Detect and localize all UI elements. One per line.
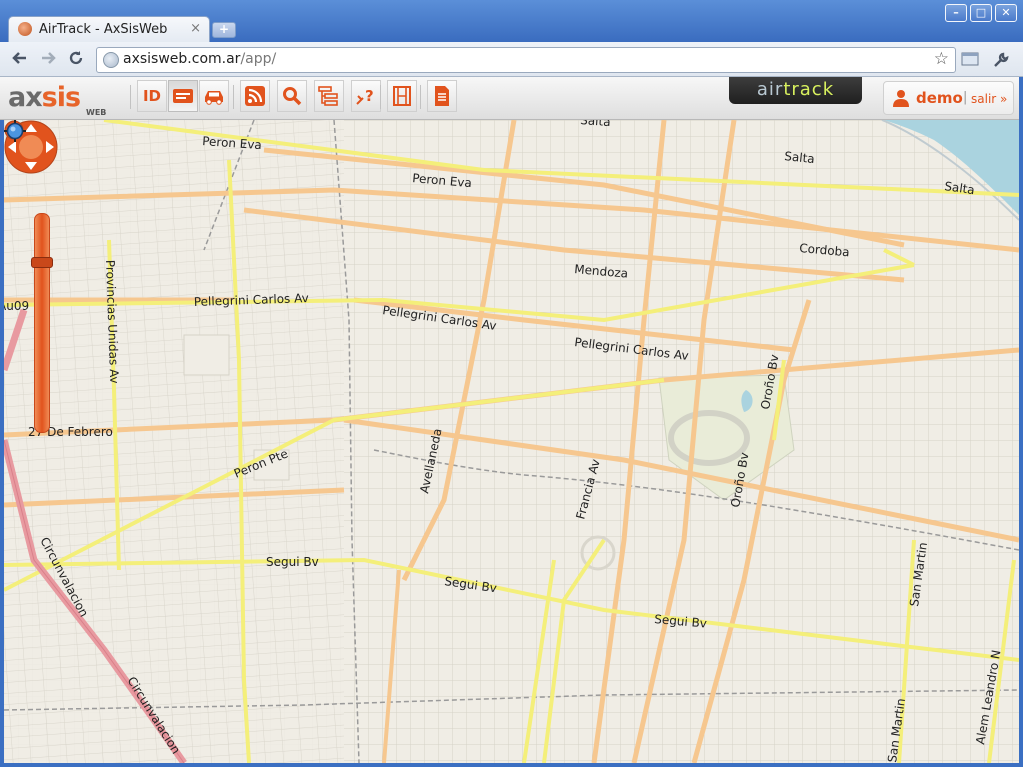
favicon-icon: [18, 22, 32, 36]
browser-window: AirTrack - AxSisWeb × + – □ ✕ axsisweb.c…: [0, 0, 1023, 767]
id-icon: ID: [142, 87, 162, 105]
street-label: Segui Bv: [266, 555, 319, 569]
browser-toolbar: axsisweb.com.ar/app/ ☆: [0, 42, 1023, 77]
tab-strip: AirTrack - AxSisWeb × + – □ ✕: [0, 0, 1023, 43]
address-bar[interactable]: axsisweb.com.ar/app/ ☆: [96, 47, 956, 73]
forward-button[interactable]: [38, 49, 58, 69]
toolbar-group-2: [240, 80, 271, 112]
toolbar-group-1: ID: [137, 80, 230, 112]
film-icon: [393, 86, 411, 106]
toolbar-group-3: ?: [277, 80, 382, 112]
window-controls: – □ ✕: [945, 4, 1017, 22]
map-tiles: Salta Salta Salta Peron Eva Peron Eva Co…: [4, 120, 1019, 763]
logo-text: ax: [8, 82, 43, 113]
card-button[interactable]: [168, 80, 198, 112]
url-path: /app/: [240, 51, 277, 67]
id-button[interactable]: ID: [137, 80, 167, 112]
url-text: axsisweb.com.ar/app/: [123, 51, 276, 67]
tree-icon: [318, 86, 338, 106]
toolbar-group-4: [387, 80, 418, 112]
new-tab-button[interactable]: +: [212, 22, 236, 38]
user-icon: [893, 90, 909, 107]
logo-text-accent: sis: [41, 82, 81, 113]
vehicle-marker[interactable]: [4, 120, 26, 142]
minimize-button[interactable]: –: [945, 4, 967, 22]
user-separator: |: [963, 90, 968, 105]
reload-button[interactable]: [66, 49, 86, 69]
help-icon: ?: [356, 87, 374, 105]
divider: [380, 85, 381, 109]
divider: [233, 85, 234, 109]
card-icon: [173, 89, 193, 103]
zoom-slider[interactable]: [34, 213, 50, 433]
document-icon: [435, 86, 449, 106]
logo-subtitle: WEB: [86, 108, 107, 117]
wrench-icon[interactable]: [992, 51, 1010, 73]
app-header: axsis WEB ID ? airtrack demo | salir »: [0, 77, 1019, 120]
url-host: axsisweb.com.ar: [123, 51, 241, 67]
rss-button[interactable]: [240, 80, 270, 112]
rss-icon: [245, 86, 265, 106]
user-menu: demo | salir »: [883, 81, 1014, 115]
zoom-handle[interactable]: [31, 257, 53, 268]
search-icon: [283, 87, 302, 106]
car-icon: [205, 91, 223, 105]
tree-button[interactable]: [314, 80, 344, 112]
toolbar-group-5: [427, 80, 458, 112]
logout-link[interactable]: salir »: [971, 92, 1007, 106]
page-menu-icon[interactable]: [961, 51, 979, 71]
axsis-logo: axsis WEB: [8, 82, 106, 117]
svg-text:?: ?: [365, 87, 374, 105]
tab-close-button[interactable]: ×: [190, 21, 201, 36]
back-button[interactable]: [10, 49, 30, 69]
browser-tab[interactable]: AirTrack - AxSisWeb ×: [8, 16, 210, 43]
reload-icon: [69, 51, 83, 65]
divider: [130, 85, 131, 109]
search-button[interactable]: [277, 80, 307, 112]
close-window-button[interactable]: ✕: [995, 4, 1017, 22]
tab-title: AirTrack - AxSisWeb: [39, 22, 168, 37]
airtrack-brand: airtrack: [729, 77, 862, 104]
username[interactable]: demo: [916, 89, 963, 107]
maximize-button[interactable]: □: [970, 4, 992, 22]
window-frame: [0, 763, 1023, 767]
vehicle-button[interactable]: [199, 80, 229, 112]
divider: [420, 85, 421, 109]
bookmark-star-icon[interactable]: ☆: [934, 49, 949, 69]
back-arrow-icon: [12, 52, 26, 64]
brand-track: track: [783, 79, 835, 100]
brand-air: air: [756, 79, 784, 100]
map-canvas[interactable]: Salta Salta Salta Peron Eva Peron Eva Co…: [4, 120, 1019, 763]
film-button[interactable]: [387, 80, 417, 112]
help-button[interactable]: ?: [351, 80, 381, 112]
report-button[interactable]: [427, 80, 457, 112]
forward-arrow-icon: [42, 52, 56, 64]
street-label: Au09: [4, 299, 29, 313]
globe-icon: [103, 52, 119, 68]
